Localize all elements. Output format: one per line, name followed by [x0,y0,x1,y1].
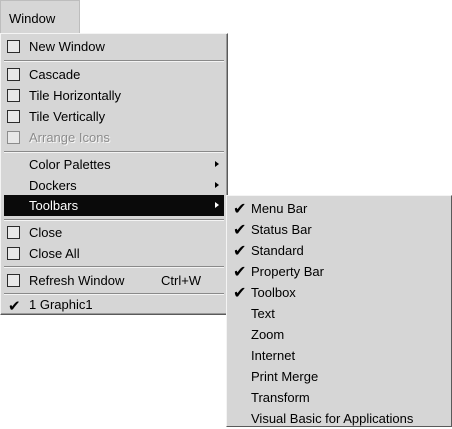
submenu-item-toolbox[interactable]: ✔ Toolbox [230,282,448,303]
menu-item-tile-horizontally[interactable]: Tile Horizontally [4,85,224,106]
close-icon [7,226,20,239]
window-menu-title[interactable]: Window [0,0,80,33]
toolbars-submenu: ✔ Menu Bar ✔ Status Bar ✔ Standard ✔ Pro… [226,195,452,427]
checkmark-icon: ✔ [8,298,21,315]
submenu-item-standard[interactable]: ✔ Standard [230,240,448,261]
menu-item-cascade[interactable]: Cascade [4,64,224,85]
menu-separator [4,60,224,62]
menu-item-tile-vertically[interactable]: Tile Vertically [4,106,224,127]
submenu-arrow-icon [215,182,219,188]
refresh-shortcut: Ctrl+W [161,273,202,288]
submenu-item-internet[interactable]: Internet [230,345,448,366]
submenu-arrow-icon [215,161,219,167]
new-window-icon [7,40,20,53]
checkmark-icon: ✔ [233,201,247,218]
window-menu-title-label: Window [9,11,56,26]
menu-item-toolbars[interactable]: Toolbars [4,195,224,216]
submenu-item-zoom[interactable]: Zoom [230,324,448,345]
menu-separator [4,266,224,268]
checkmark-icon: ✔ [233,222,247,239]
menu-item-close-all[interactable]: Close All [4,243,224,264]
arrange-icons-icon [7,131,20,144]
menu-item-color-palettes[interactable]: Color Palettes [4,154,224,175]
submenu-item-print-merge[interactable]: Print Merge [230,366,448,387]
menu-separator [4,219,224,221]
submenu-item-property-bar[interactable]: ✔ Property Bar [230,261,448,282]
menu-separator [4,151,224,153]
submenu-item-visual-basic[interactable]: Visual Basic for Applications [230,408,448,429]
submenu-arrow-icon [215,202,219,208]
cascade-icon [7,68,20,81]
submenu-item-menu-bar[interactable]: ✔ Menu Bar [230,198,448,219]
menu-item-new-window[interactable]: New Window [4,36,224,57]
window-menu: New Window Cascade Tile Horizontally Til… [0,33,228,315]
checkmark-icon: ✔ [233,243,247,260]
menu-item-graphic1[interactable]: ✔ 1 Graphic1 [4,294,224,315]
menu-item-refresh-window[interactable]: Refresh Window Ctrl+W [4,270,224,291]
submenu-item-text[interactable]: Text [230,303,448,324]
refresh-icon [7,274,20,287]
submenu-item-transform[interactable]: Transform [230,387,448,408]
menu-item-close[interactable]: Close [4,222,224,243]
menu-item-arrange-icons[interactable]: Arrange Icons [4,127,224,148]
tile-horizontally-icon [7,89,20,102]
checkmark-icon: ✔ [233,285,247,302]
menu-item-dockers[interactable]: Dockers [4,175,224,196]
checkmark-icon: ✔ [233,264,247,281]
close-all-icon [7,247,20,260]
submenu-item-status-bar[interactable]: ✔ Status Bar [230,219,448,240]
tile-vertically-icon [7,110,20,123]
